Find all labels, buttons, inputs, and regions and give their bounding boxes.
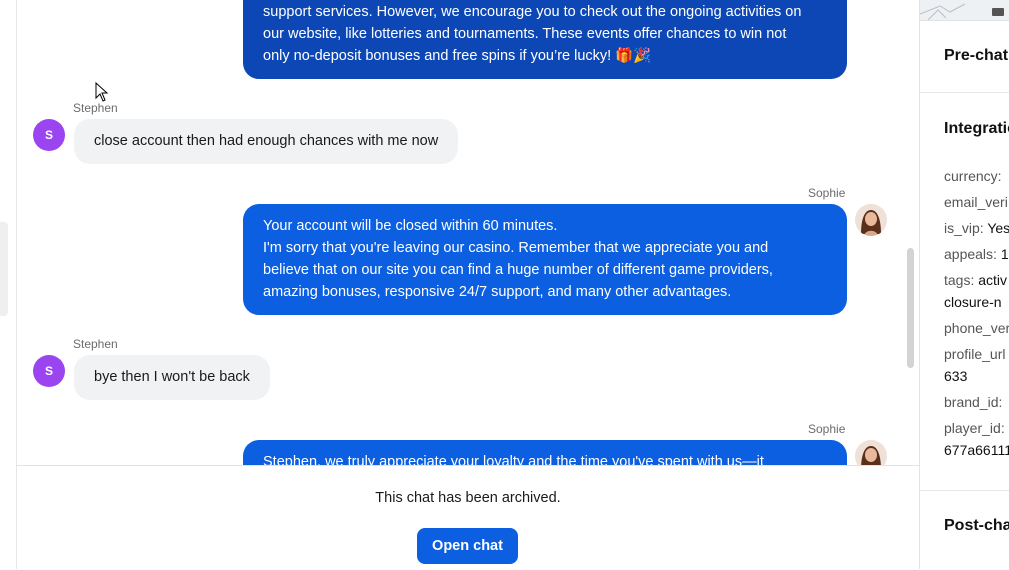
field-email-verified: email_veri xyxy=(944,191,1008,213)
sender-name: Sophie xyxy=(808,422,846,436)
user-message-bubble: close account then had enough chances wi… xyxy=(74,119,459,164)
sender-name: Stephen xyxy=(73,101,118,115)
field-key: tags: xyxy=(944,272,975,288)
message-line: amazing bonuses, responsive 24/7 support… xyxy=(263,284,732,300)
prechat-section-title[interactable]: Pre-chat xyxy=(944,47,1008,65)
archived-notice: This chat has been archived. xyxy=(375,490,561,506)
field-phone-verified: phone_ver xyxy=(944,317,1009,339)
user-avatar: S xyxy=(33,355,65,387)
map-icon xyxy=(920,3,1004,21)
field-key: currency: xyxy=(944,168,1002,184)
field-value: activ xyxy=(978,272,1008,288)
section-divider xyxy=(920,490,1009,491)
postchat-section-title[interactable]: Post-cha xyxy=(944,517,1009,535)
field-key: brand_id: xyxy=(944,394,1003,410)
mouse-cursor-icon xyxy=(95,82,109,102)
field-value: closure-n xyxy=(944,294,1002,310)
agent-message-bubble: support services. However, we encourage … xyxy=(243,0,847,79)
field-key: appeals: xyxy=(944,246,997,262)
message-line: Stephen, we truly appreciate your loyalt… xyxy=(263,454,764,465)
field-key: phone_ver xyxy=(944,320,1009,336)
field-player-id: player_id: xyxy=(944,417,1005,439)
field-tags: tags: activ xyxy=(944,269,1007,291)
field-brand-id: brand_id: xyxy=(944,391,1002,413)
message-line: I'm sorry that you're leaving our casino… xyxy=(263,240,769,256)
field-player-id-value: 677a66111 xyxy=(944,439,1009,461)
field-key: email_veri xyxy=(944,194,1008,210)
field-profile-url: profile_url xyxy=(944,343,1005,365)
profile-url-link[interactable]: 633 xyxy=(944,368,967,384)
user-avatar: S xyxy=(33,119,65,151)
field-key: player_id: xyxy=(944,420,1005,436)
agent-photo-icon xyxy=(855,204,887,236)
message-text: close account then had enough chances wi… xyxy=(94,133,439,149)
field-value: Yes xyxy=(987,220,1009,236)
chat-transcript[interactable]: support services. However, we encourage … xyxy=(17,0,919,465)
section-divider xyxy=(920,92,1009,93)
details-sidebar: Pre-chat Integratio currency: email_veri… xyxy=(919,0,1009,569)
chat-pane: support services. However, we encourage … xyxy=(17,0,919,570)
field-tags-continued: closure-n xyxy=(944,291,1002,313)
integrations-section-title[interactable]: Integratio xyxy=(944,120,1009,138)
field-profile-url-link[interactable]: 633 xyxy=(944,365,967,387)
agent-message-bubble: Stephen, we truly appreciate your loyalt… xyxy=(243,440,847,465)
agent-avatar xyxy=(855,440,887,465)
agent-avatar xyxy=(855,204,887,236)
location-map-thumbnail[interactable] xyxy=(920,0,1009,21)
field-value: 677a66111 xyxy=(944,442,1009,458)
field-currency: currency: xyxy=(944,165,1002,187)
message-line: Your account will be closed within 60 mi… xyxy=(263,218,558,234)
agent-photo-icon xyxy=(855,440,887,465)
field-key: profile_url xyxy=(944,346,1006,362)
field-appeals: appeals: 1 xyxy=(944,243,1009,265)
open-chat-button[interactable]: Open chat xyxy=(417,528,518,564)
field-key: is_vip: xyxy=(944,220,984,236)
message-line: support services. However, we encourage … xyxy=(263,4,802,20)
field-is-vip: is_vip: Yes xyxy=(944,217,1009,239)
message-line: our website, like lotteries and tourname… xyxy=(263,26,787,42)
message-line: only no-deposit bonuses and free spins i… xyxy=(263,48,652,64)
agent-message-bubble: Your account will be closed within 60 mi… xyxy=(243,204,847,315)
archive-footer: This chat has been archived. Open chat xyxy=(17,465,919,570)
user-message-bubble: bye then I won't be back xyxy=(74,355,270,400)
field-value: 1 xyxy=(1000,246,1009,262)
sender-name: Stephen xyxy=(73,337,118,351)
message-text: bye then I won't be back xyxy=(94,369,250,385)
left-panel-collapse-handle[interactable] xyxy=(0,222,8,316)
chat-scrollbar[interactable] xyxy=(907,248,914,368)
message-line: believe that on our site you can find a … xyxy=(263,262,773,278)
sender-name: Sophie xyxy=(808,186,846,200)
